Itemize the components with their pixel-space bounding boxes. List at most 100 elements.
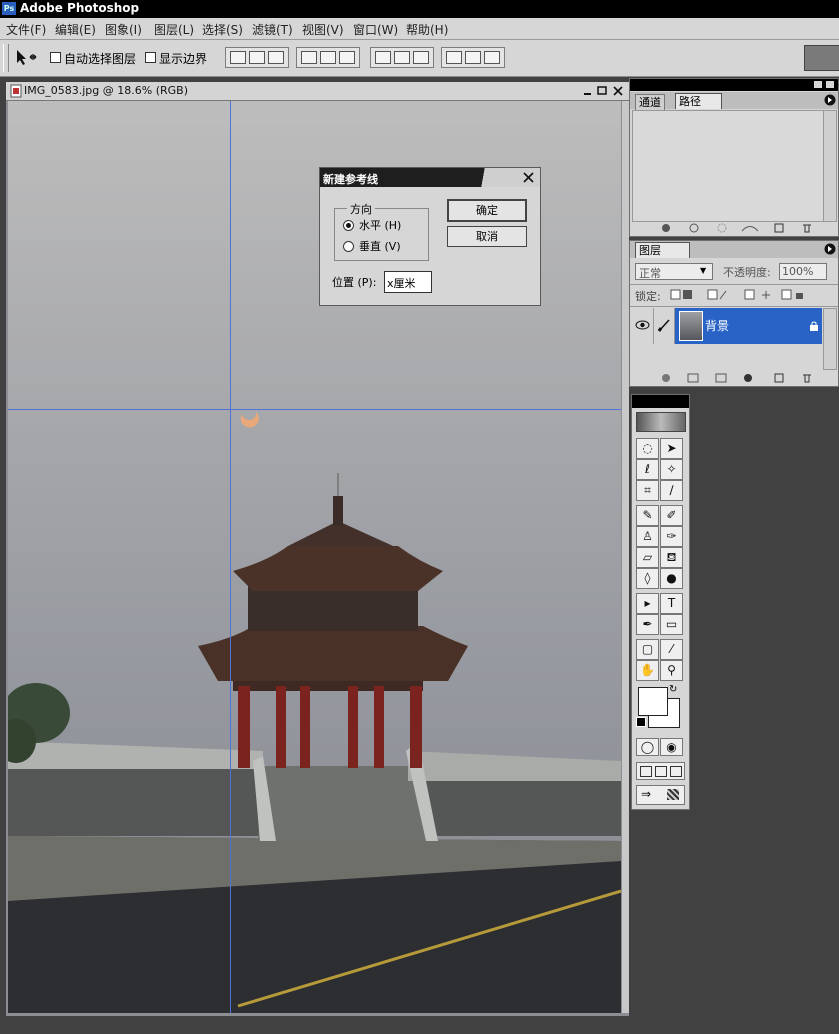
layers-divider-2 bbox=[630, 306, 838, 307]
distribute-top-icon[interactable] bbox=[375, 51, 391, 64]
paths-scrollbar[interactable] bbox=[823, 110, 837, 222]
menu-filter[interactable]: 滤镜(T) bbox=[252, 21, 293, 38]
standard-mode-icon[interactable]: ◯ bbox=[636, 738, 659, 756]
tab-paths[interactable]: 路径 bbox=[675, 93, 722, 109]
document-title: IMG_0583.jpg @ 18.6% (RGB) bbox=[24, 84, 189, 97]
horizontal-radio[interactable] bbox=[343, 220, 354, 231]
path-selection-tool-icon[interactable]: ▸ bbox=[636, 593, 659, 614]
type-tool-icon[interactable]: T bbox=[660, 593, 683, 614]
horizontal-label: 水平 (H) bbox=[359, 219, 402, 232]
layers-panel-buttons[interactable] bbox=[650, 372, 820, 384]
layer-link-cell[interactable] bbox=[654, 308, 675, 344]
auto-select-layer-checkbox[interactable] bbox=[50, 52, 61, 63]
eyedropper-tool-icon[interactable]: ⁄ bbox=[660, 639, 683, 660]
eraser-tool-icon[interactable]: ▱ bbox=[636, 547, 659, 568]
vertical-guide[interactable] bbox=[230, 101, 231, 1013]
eye-icon bbox=[635, 320, 650, 330]
menu-view[interactable]: 视图(V) bbox=[302, 21, 344, 38]
brush-icon bbox=[657, 319, 670, 332]
distribute-vertical-group bbox=[370, 47, 434, 68]
blend-mode-value: 正常 bbox=[639, 267, 661, 280]
align-vcenter-icon[interactable] bbox=[249, 51, 265, 64]
vertical-scrollbar[interactable] bbox=[622, 101, 629, 1013]
show-bounds-checkbox[interactable] bbox=[145, 52, 156, 63]
distribute-right-icon[interactable] bbox=[484, 51, 500, 64]
panel-minimize-icon[interactable] bbox=[814, 81, 822, 88]
menu-image[interactable]: 图象(I) bbox=[105, 21, 142, 38]
panel-close-icon[interactable] bbox=[826, 81, 834, 88]
align-bottom-icon[interactable] bbox=[268, 51, 284, 64]
layers-panel-menu-icon[interactable] bbox=[824, 243, 836, 255]
paths-panel-buttons[interactable] bbox=[650, 222, 820, 234]
slice-tool-icon[interactable]: ∕ bbox=[660, 480, 683, 501]
quick-mask-mode-icon[interactable]: ◉ bbox=[660, 738, 683, 756]
menu-window[interactable]: 窗口(W) bbox=[353, 21, 398, 38]
tab-channels[interactable]: 通道 bbox=[635, 94, 665, 111]
magic-wand-tool-icon[interactable]: ✧ bbox=[660, 459, 683, 480]
vertical-radio[interactable] bbox=[343, 241, 354, 252]
paint-bucket-tool-icon[interactable]: ⛾ bbox=[660, 547, 683, 568]
healing-brush-tool-icon[interactable]: ✎ bbox=[636, 505, 659, 526]
screen-mode-buttons[interactable] bbox=[636, 762, 685, 780]
pen-tool-icon[interactable]: ✒ bbox=[636, 614, 659, 635]
position-input[interactable]: x厘米 bbox=[384, 271, 432, 293]
lock-label: 锁定: bbox=[635, 290, 661, 303]
menu-help[interactable]: 帮助(H) bbox=[406, 21, 448, 38]
hand-tool-icon[interactable]: ✋ bbox=[636, 660, 659, 681]
rectangle-tool-icon[interactable]: ▭ bbox=[660, 614, 683, 635]
align-top-icon[interactable] bbox=[230, 51, 246, 64]
app-title-bar: Ps Adobe Photoshop bbox=[0, 0, 839, 18]
panel-menu-icon[interactable] bbox=[824, 94, 836, 106]
menu-layer[interactable]: 图层(L) bbox=[154, 21, 194, 38]
distribute-hcenter-icon[interactable] bbox=[465, 51, 481, 64]
layers-scrollbar[interactable] bbox=[823, 308, 837, 370]
lock-options[interactable] bbox=[670, 289, 830, 301]
opacity-input[interactable]: 100% bbox=[779, 263, 827, 280]
history-brush-tool-icon[interactable]: ✑ bbox=[660, 526, 683, 547]
marquee-tool-icon[interactable]: ◌ bbox=[636, 438, 659, 459]
move-tool-button-icon[interactable]: ➤ bbox=[660, 438, 683, 459]
layer-name: 背景 bbox=[705, 319, 730, 333]
align-horizontal-group bbox=[296, 47, 360, 68]
move-tool-icon[interactable] bbox=[14, 48, 38, 68]
menu-file[interactable]: 文件(F) bbox=[6, 21, 46, 38]
lock-icon bbox=[810, 321, 818, 331]
dodge-tool-icon[interactable]: ● bbox=[660, 568, 683, 589]
layer-row[interactable]: 背景 bbox=[632, 308, 822, 344]
position-input-value: x厘米 bbox=[387, 277, 416, 290]
crop-tool-icon[interactable]: ⌗ bbox=[636, 480, 659, 501]
sun-eclipse bbox=[240, 412, 259, 428]
blend-mode-select[interactable]: 正常 ▼ bbox=[635, 263, 713, 280]
align-left-icon[interactable] bbox=[301, 51, 317, 64]
distribute-bottom-icon[interactable] bbox=[413, 51, 429, 64]
distribute-vcenter-icon[interactable] bbox=[394, 51, 410, 64]
brush-tool-icon[interactable]: ✐ bbox=[660, 505, 683, 526]
menu-edit[interactable]: 编辑(E) bbox=[55, 21, 96, 38]
distribute-horizontal-group bbox=[441, 47, 505, 68]
show-bounds-label: 显示边界 bbox=[159, 52, 208, 66]
distribute-left-icon[interactable] bbox=[446, 51, 462, 64]
clone-stamp-tool-icon[interactable]: ♙ bbox=[636, 526, 659, 547]
foreground-color-swatch[interactable] bbox=[638, 687, 668, 716]
palette-well[interactable] bbox=[804, 45, 839, 71]
jump-to-imageready-icon[interactable]: ⇒ bbox=[636, 785, 685, 805]
adobe-online-icon[interactable] bbox=[636, 412, 686, 432]
layer-visibility-cell[interactable] bbox=[632, 308, 654, 344]
zoom-tool-icon[interactable]: ⚲ bbox=[660, 660, 683, 681]
menu-select[interactable]: 选择(S) bbox=[202, 21, 243, 38]
lasso-tool-icon[interactable]: ℓ bbox=[636, 459, 659, 480]
options-bar: 自动选择图层 显示边界 bbox=[0, 40, 839, 77]
cancel-button[interactable]: 取消 bbox=[447, 226, 527, 247]
paths-list[interactable] bbox=[632, 110, 824, 222]
align-hcenter-icon[interactable] bbox=[320, 51, 336, 64]
close-icon[interactable] bbox=[523, 172, 534, 183]
align-right-icon[interactable] bbox=[339, 51, 355, 64]
layers-panel: 图层 正常 ▼ 不透明度: 100% 锁定: 背景 bbox=[629, 240, 839, 387]
notes-tool-icon[interactable]: ▢ bbox=[636, 639, 659, 660]
swap-colors-icon[interactable]: ↻ bbox=[669, 684, 677, 695]
tab-layers[interactable]: 图层 bbox=[635, 242, 690, 258]
ok-button[interactable]: 确定 bbox=[447, 199, 527, 222]
horizontal-guide[interactable] bbox=[8, 409, 621, 410]
blur-tool-icon[interactable]: ◊ bbox=[636, 568, 659, 589]
default-colors-icon[interactable] bbox=[636, 717, 646, 727]
